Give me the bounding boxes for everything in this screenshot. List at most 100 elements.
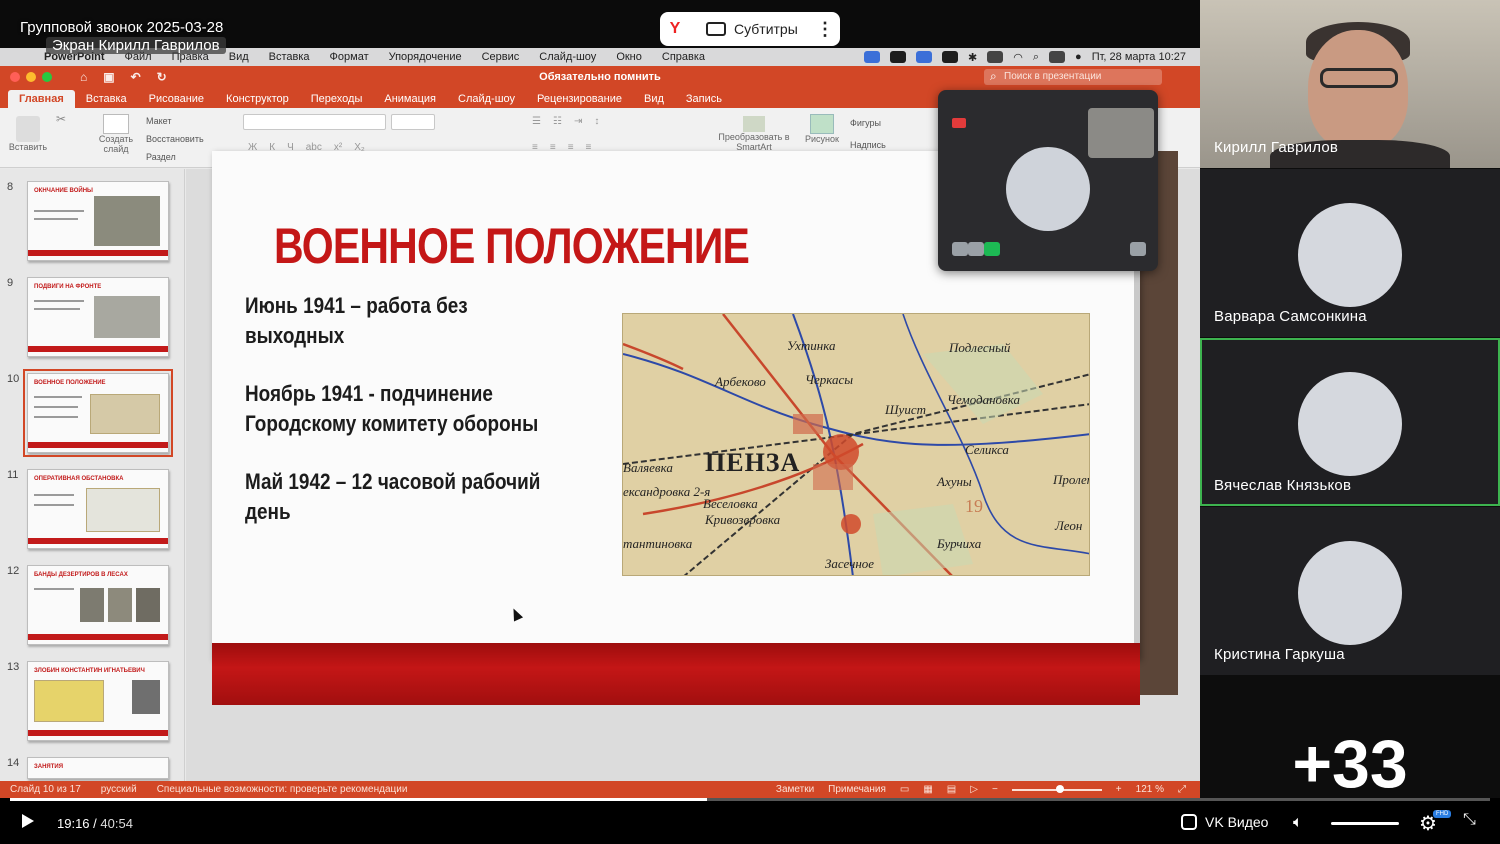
screen-share-active-icon[interactable] xyxy=(984,242,1000,256)
slide-thumbnail[interactable]: ЗАНЯТИЯ xyxy=(27,757,169,779)
menu-format[interactable]: Формат xyxy=(320,51,379,63)
participant-tile[interactable]: Вячеслав Князьков xyxy=(1200,338,1500,506)
normal-view-icon[interactable]: ▭ xyxy=(900,784,909,795)
exit-fullscreen-icon[interactable]: ⤡ xyxy=(1463,811,1476,829)
font-size-select[interactable] xyxy=(391,114,435,130)
cut-icon[interactable]: ✂ xyxy=(56,112,66,126)
control-center-icon[interactable] xyxy=(1049,51,1066,63)
tab-review[interactable]: Рецензирование xyxy=(526,90,633,108)
menu-insert[interactable]: Вставка xyxy=(259,51,320,63)
status-language[interactable]: русский xyxy=(91,784,147,795)
slide-title: ВОЕННОЕ ПОЛОЖЕНИЕ xyxy=(274,218,750,274)
tab-draw[interactable]: Рисование xyxy=(138,90,215,108)
slide-thumbnail[interactable]: ОКНЧАНИЕ ВОЙНЫ xyxy=(27,181,169,261)
participant-tile[interactable]: Кирилл Гаврилов xyxy=(1200,0,1500,168)
thumb-number: 14 xyxy=(7,757,20,769)
slide-layout-group: Макет Восстановить Раздел xyxy=(146,112,204,166)
menu-tools[interactable]: Сервис xyxy=(472,51,530,63)
paste-button[interactable]: Вставить xyxy=(8,116,48,152)
map-label: Ахуны xyxy=(937,474,972,489)
battery-icon[interactable] xyxy=(987,51,1004,63)
indent-icon[interactable]: ⇥ xyxy=(574,116,582,127)
slide-thumbnail-selected[interactable]: ВОЕННОЕ ПОЛОЖЕНИЕ xyxy=(23,369,173,457)
slideshow-view-icon[interactable]: ▷ xyxy=(970,784,978,795)
presentation-search-input[interactable]: Поиск в презентации xyxy=(984,68,1162,85)
font-family-select[interactable] xyxy=(243,114,386,130)
participant-tile[interactable]: Варвара Самсонкина xyxy=(1200,169,1500,337)
volume-slider[interactable] xyxy=(1331,822,1399,825)
tab-home[interactable]: Главная xyxy=(8,90,75,108)
camera-icon[interactable] xyxy=(968,242,984,256)
more-options-icon[interactable]: ⋮ xyxy=(810,20,840,38)
slide-thumbnail[interactable]: ПОДВИГИ НА ФРОНТЕ xyxy=(27,277,169,357)
reset-button[interactable]: Восстановить xyxy=(146,130,204,148)
expand-window-icon[interactable] xyxy=(1130,242,1146,256)
section-button[interactable]: Раздел xyxy=(146,148,204,166)
volume-icon[interactable]: 🔈︎ xyxy=(1293,814,1303,832)
spotlight-icon[interactable]: ⌕ xyxy=(1033,51,1039,64)
tab-design[interactable]: Конструктор xyxy=(215,90,300,108)
notes-button[interactable]: Заметки xyxy=(776,784,814,795)
smartart-label: Преобразовать в SmartArt xyxy=(718,132,790,152)
tab-insert[interactable]: Вставка xyxy=(75,90,138,108)
yandex-logo-icon: Y xyxy=(669,20,681,37)
comments-button[interactable]: Примечания xyxy=(828,784,886,795)
smartart-button[interactable]: Преобразовать в SmartArt xyxy=(718,116,790,152)
map-label: Кривозеровка xyxy=(705,512,781,527)
thumbnail-line xyxy=(34,406,78,408)
progress-bar[interactable] xyxy=(10,798,1490,801)
bullets-icon[interactable]: ☰ xyxy=(532,116,541,127)
slide-thumbnail[interactable]: БАНДЫ ДЕЗЕРТИРОВ В ЛЕСАХ xyxy=(27,565,169,645)
menu-help[interactable]: Справка xyxy=(652,51,715,63)
zoom-in-icon[interactable]: + xyxy=(1116,784,1122,795)
keyboard-layout-icon[interactable] xyxy=(942,51,959,63)
thumbnail-red-bar xyxy=(28,346,168,352)
menu-slideshow[interactable]: Слайд-шоу xyxy=(529,51,606,63)
new-slide-button[interactable]: Создать слайд xyxy=(94,114,138,154)
picture-button[interactable]: Рисунок xyxy=(802,114,842,144)
thumbnail-photo xyxy=(94,196,160,246)
tab-slideshow[interactable]: Слайд-шоу xyxy=(447,90,526,108)
picture-label: Рисунок xyxy=(805,134,839,144)
messenger-tray-icon[interactable] xyxy=(916,51,933,63)
subtitles-button[interactable]: Y Субтитры ⋮ xyxy=(660,12,840,46)
thumbnail-line xyxy=(34,416,78,418)
avatar-placeholder-icon xyxy=(1298,372,1402,476)
participants-column: Кирилл Гаврилов Варвара Самсонкина Вячес… xyxy=(1200,0,1500,844)
shapes-button[interactable]: Фигуры xyxy=(850,112,886,134)
slide-thumbnails-pane: 8 ОКНЧАНИЕ ВОЙНЫ 9 ПОДВИГИ НА ФРОНТЕ 10 … xyxy=(0,169,185,781)
fit-slide-icon[interactable]: ⤢ xyxy=(1178,784,1186,795)
numbering-icon[interactable]: ☷ xyxy=(553,116,562,127)
app-tray-icon[interactable] xyxy=(890,51,907,63)
tab-transitions[interactable]: Переходы xyxy=(300,90,374,108)
slide-thumbnail[interactable]: ЗЛОБИН КОНСТАНТИН ИГНАТЬЕВИЧ xyxy=(27,661,169,741)
mini-call-window[interactable] xyxy=(938,90,1158,271)
zoom-slider[interactable] xyxy=(1011,784,1102,793)
status-accessibility[interactable]: Специальные возможности: проверьте реком… xyxy=(147,784,418,795)
powerpoint-statusbar: Слайд 10 из 17 русский Специальные возмо… xyxy=(0,781,1200,798)
reading-view-icon[interactable]: ▤ xyxy=(947,784,956,795)
siri-icon[interactable]: ● xyxy=(1075,51,1082,63)
participant-tile[interactable]: Кристина Гаркуша xyxy=(1200,507,1500,675)
map-label: Чемодановка xyxy=(947,392,1020,407)
map-label: Веселовка xyxy=(703,496,758,511)
line-spacing-icon[interactable]: ↕ xyxy=(594,116,599,127)
play-icon[interactable] xyxy=(22,814,34,828)
vk-video-brand[interactable]: VK Видео xyxy=(1181,814,1268,830)
participant-name: Варвара Самсонкина xyxy=(1214,308,1367,325)
microphone-icon[interactable] xyxy=(952,242,968,256)
zoom-out-icon[interactable]: − xyxy=(992,784,998,795)
slide-thumbnail[interactable]: ОПЕРАТИВНАЯ ОБСТАНОВКА xyxy=(27,469,169,549)
tab-view[interactable]: Вид xyxy=(633,90,675,108)
menu-window[interactable]: Окно xyxy=(606,51,652,63)
participant-name: Кирилл Гаврилов xyxy=(1214,139,1339,156)
wifi-icon[interactable]: ◠ xyxy=(1013,51,1023,64)
tab-animations[interactable]: Анимация xyxy=(373,90,447,108)
slide-bullet: Июнь 1941 – работа без выходных xyxy=(245,293,468,348)
sorter-view-icon[interactable]: ▦ xyxy=(923,784,932,795)
tab-record[interactable]: Запись xyxy=(675,90,733,108)
menu-arrange[interactable]: Упорядочение xyxy=(379,51,472,63)
bluetooth-icon[interactable]: ✱ xyxy=(968,51,977,64)
layout-button[interactable]: Макет xyxy=(146,112,204,130)
screen-share-icon[interactable] xyxy=(864,51,881,63)
